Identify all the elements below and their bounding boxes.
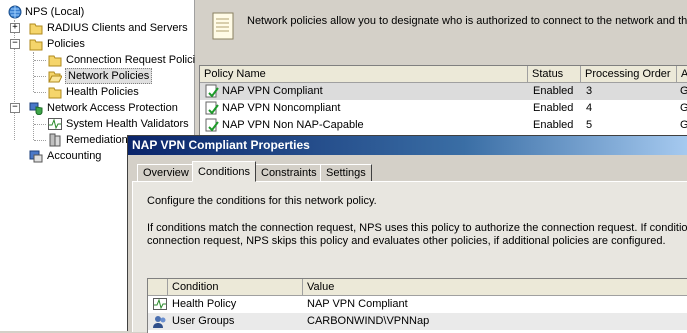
- policy-name: NAP VPN Noncompliant: [222, 102, 341, 114]
- column-header-condition[interactable]: Condition: [168, 279, 303, 296]
- server-globe-icon: [8, 5, 22, 19]
- condition-value: CARBONWIND\VPNNap: [307, 315, 430, 327]
- info-banner: Network policies allow you to designate …: [196, 0, 687, 64]
- document-icon: [212, 12, 234, 40]
- policy-enabled-icon: [205, 118, 219, 132]
- column-header-status[interactable]: Status: [528, 66, 581, 83]
- expand-plus-icon[interactable]: +: [10, 23, 20, 33]
- tree-label: Network Access Protection: [47, 102, 178, 114]
- column-header-truncated[interactable]: A: [677, 66, 687, 83]
- tree-item-network-access-protection[interactable]: − Network Access Protection: [0, 100, 195, 116]
- conditions-description-cont: connection request, NPS skips this polic…: [147, 235, 666, 247]
- condition-value: NAP VPN Compliant: [307, 298, 408, 310]
- column-header-icon: [148, 279, 168, 296]
- accounting-icon: [29, 150, 43, 163]
- info-description: Network policies allow you to designate …: [247, 15, 687, 27]
- policy-row[interactable]: NAP VPN Non NAP-Capable Enabled 5 G: [200, 117, 687, 134]
- tree-label: Accounting: [47, 150, 102, 162]
- tree-item-network-policies[interactable]: Network Policies: [0, 68, 195, 84]
- health-monitor-icon: [48, 118, 62, 130]
- tab-settings[interactable]: Settings: [320, 164, 372, 181]
- policies-list: Policy Name Status Processing Order A NA…: [199, 65, 687, 136]
- policy-extra: G: [680, 102, 687, 114]
- column-header-processing-order[interactable]: Processing Order: [581, 66, 677, 83]
- nap-shield-icon: [29, 102, 43, 115]
- conditions-list: Condition Value Health Policy NAP VPN Co…: [147, 278, 687, 333]
- dialog-title[interactable]: NAP VPN Compliant Properties: [128, 136, 687, 155]
- tree-label: Health Policies: [66, 86, 139, 98]
- collapse-minus-icon[interactable]: −: [10, 103, 20, 113]
- policy-extra: G: [680, 85, 687, 97]
- conditions-description: If conditions match the connection reque…: [147, 222, 687, 234]
- condition-name: User Groups: [172, 315, 235, 327]
- policy-enabled-icon: [205, 84, 219, 98]
- tree-label: Connection Request Polici: [66, 54, 196, 66]
- tree-label: System Health Validators: [66, 118, 189, 130]
- tab-conditions[interactable]: Conditions: [192, 161, 256, 182]
- policy-row[interactable]: NAP VPN Compliant Enabled 3 G: [200, 83, 687, 100]
- tree-item-radius-clients[interactable]: + RADIUS Clients and Servers: [0, 20, 195, 36]
- folder-icon: [48, 87, 62, 99]
- folder-icon: [29, 39, 43, 51]
- tree-item-remediation[interactable]: Remediation: [0, 132, 130, 148]
- open-folder-icon: [48, 71, 62, 83]
- policy-order: 5: [586, 119, 593, 131]
- properties-dialog: NAP VPN Compliant Properties Overview Co…: [127, 135, 687, 333]
- conditions-intro: Configure the conditions for this networ…: [147, 195, 377, 207]
- tree-item-nps-local[interactable]: NPS (Local): [0, 4, 195, 20]
- column-header-policy-name[interactable]: Policy Name: [200, 66, 528, 83]
- folder-icon: [48, 55, 62, 67]
- conditions-panel: Configure the conditions for this networ…: [132, 181, 687, 333]
- tree-label: RADIUS Clients and Servers: [47, 22, 188, 34]
- policy-enabled-icon: [205, 101, 219, 115]
- tree-connector: [34, 92, 46, 93]
- tree-connector: [34, 60, 46, 61]
- tree-item-connection-request-policies[interactable]: Connection Request Polici: [0, 52, 195, 68]
- tree-connector: [34, 76, 46, 77]
- tree-item-system-health-validators[interactable]: System Health Validators: [0, 116, 195, 132]
- policy-status: Enabled: [533, 102, 574, 114]
- policy-status: Enabled: [533, 85, 574, 97]
- column-header-value[interactable]: Value: [303, 279, 687, 296]
- tab-overview[interactable]: Overview: [137, 164, 195, 181]
- user-group-icon: [153, 316, 166, 328]
- policy-name: NAP VPN Compliant: [222, 85, 323, 97]
- tree-item-accounting[interactable]: Accounting: [0, 148, 130, 164]
- policy-name: NAP VPN Non NAP-Capable: [222, 119, 364, 131]
- tree-connector: [34, 124, 46, 125]
- condition-row[interactable]: Health Policy NAP VPN Compliant: [148, 296, 687, 313]
- tree-item-policies[interactable]: − Policies: [0, 36, 195, 52]
- collapse-minus-icon[interactable]: −: [10, 39, 20, 49]
- tab-constraints[interactable]: Constraints: [255, 164, 323, 181]
- policy-extra: G: [680, 119, 687, 131]
- health-monitor-icon: [153, 298, 167, 310]
- policy-order: 3: [586, 85, 593, 97]
- condition-row[interactable]: User Groups CARBONWIND\VPNNap: [148, 313, 687, 330]
- tree-label: Network Policies: [65, 68, 153, 84]
- condition-name: Health Policy: [172, 298, 237, 310]
- policy-row[interactable]: NAP VPN Noncompliant Enabled 4 G: [200, 100, 687, 117]
- folder-icon: [29, 23, 43, 35]
- policy-order: 4: [586, 102, 593, 114]
- tree-item-health-policies[interactable]: Health Policies: [0, 84, 195, 100]
- tree-connector: [34, 140, 46, 141]
- tree-label: Remediation: [66, 134, 128, 146]
- server-group-icon: [49, 133, 61, 147]
- policy-status: Enabled: [533, 119, 574, 131]
- tree-label: Policies: [47, 38, 85, 50]
- tree-label: NPS (Local): [25, 6, 85, 18]
